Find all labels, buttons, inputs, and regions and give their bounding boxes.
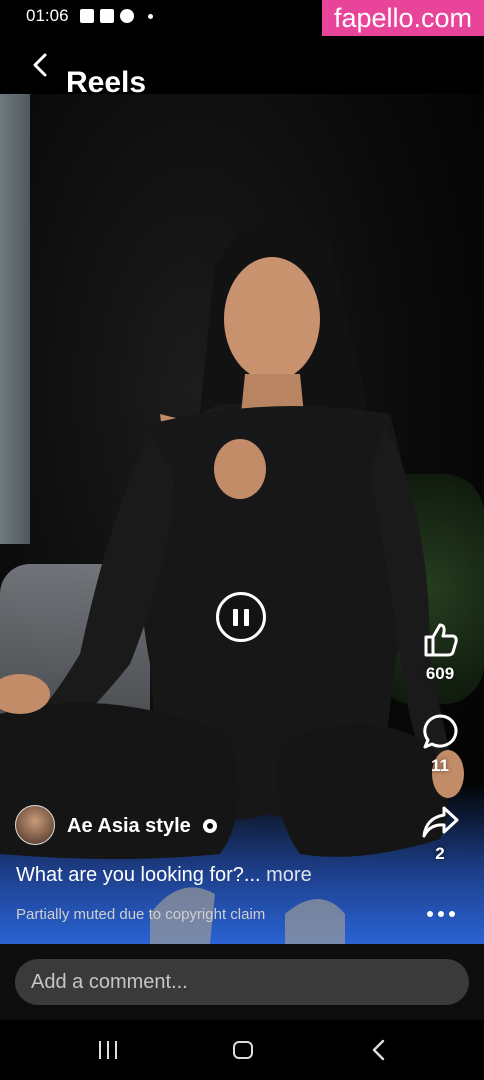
recent-apps-icon <box>99 1041 101 1059</box>
watermark: fapello.com <box>322 0 484 36</box>
notification-dot-icon <box>148 13 153 19</box>
back-icon[interactable] <box>28 52 54 78</box>
comment-icon <box>423 714 458 749</box>
pause-button[interactable] <box>216 592 266 642</box>
share-count: 2 <box>435 844 445 863</box>
recent-apps-button[interactable] <box>99 1041 121 1059</box>
share-button[interactable]: 2 <box>410 804 470 864</box>
comment-input[interactable]: Add a comment... <box>15 959 469 1005</box>
page-title: Reels <box>66 66 147 99</box>
caption-more-link[interactable]: more <box>261 864 312 886</box>
system-nav-bar <box>0 1020 484 1080</box>
header: Reels <box>0 36 484 99</box>
avatar[interactable] <box>15 805 55 845</box>
caption[interactable]: What are you looking for?... more <box>16 864 312 887</box>
comment-count: 11 <box>431 756 449 775</box>
muted-notice: Partially muted due to copyright claim <box>16 906 266 923</box>
like-button[interactable]: 609 <box>410 620 470 684</box>
share-icon <box>422 806 459 838</box>
recent-apps-icon-bar <box>107 1041 109 1059</box>
nav-back-icon[interactable] <box>370 1038 388 1062</box>
author-name[interactable]: Ae Asia style <box>67 815 191 838</box>
status-icons <box>80 9 153 23</box>
pause-icon <box>233 609 238 626</box>
verified-icon <box>203 819 217 833</box>
caption-text: What are you looking for?... <box>16 864 261 886</box>
more-icon[interactable] <box>426 909 456 919</box>
home-button[interactable] <box>233 1041 253 1059</box>
comment-bar: Add a comment... <box>0 944 484 1020</box>
like-icon <box>424 623 458 657</box>
folder-icon <box>100 9 114 23</box>
like-count: 609 <box>425 664 455 683</box>
comment-button[interactable]: 11 <box>410 712 470 776</box>
status-time: 01:06 <box>26 6 69 25</box>
facebook-icon <box>120 9 134 23</box>
recent-apps-icon-bar <box>115 1041 117 1059</box>
status-bar: 01:06 fapello.com <box>0 0 484 36</box>
image-icon <box>80 9 94 23</box>
pause-icon-bar <box>244 609 249 626</box>
